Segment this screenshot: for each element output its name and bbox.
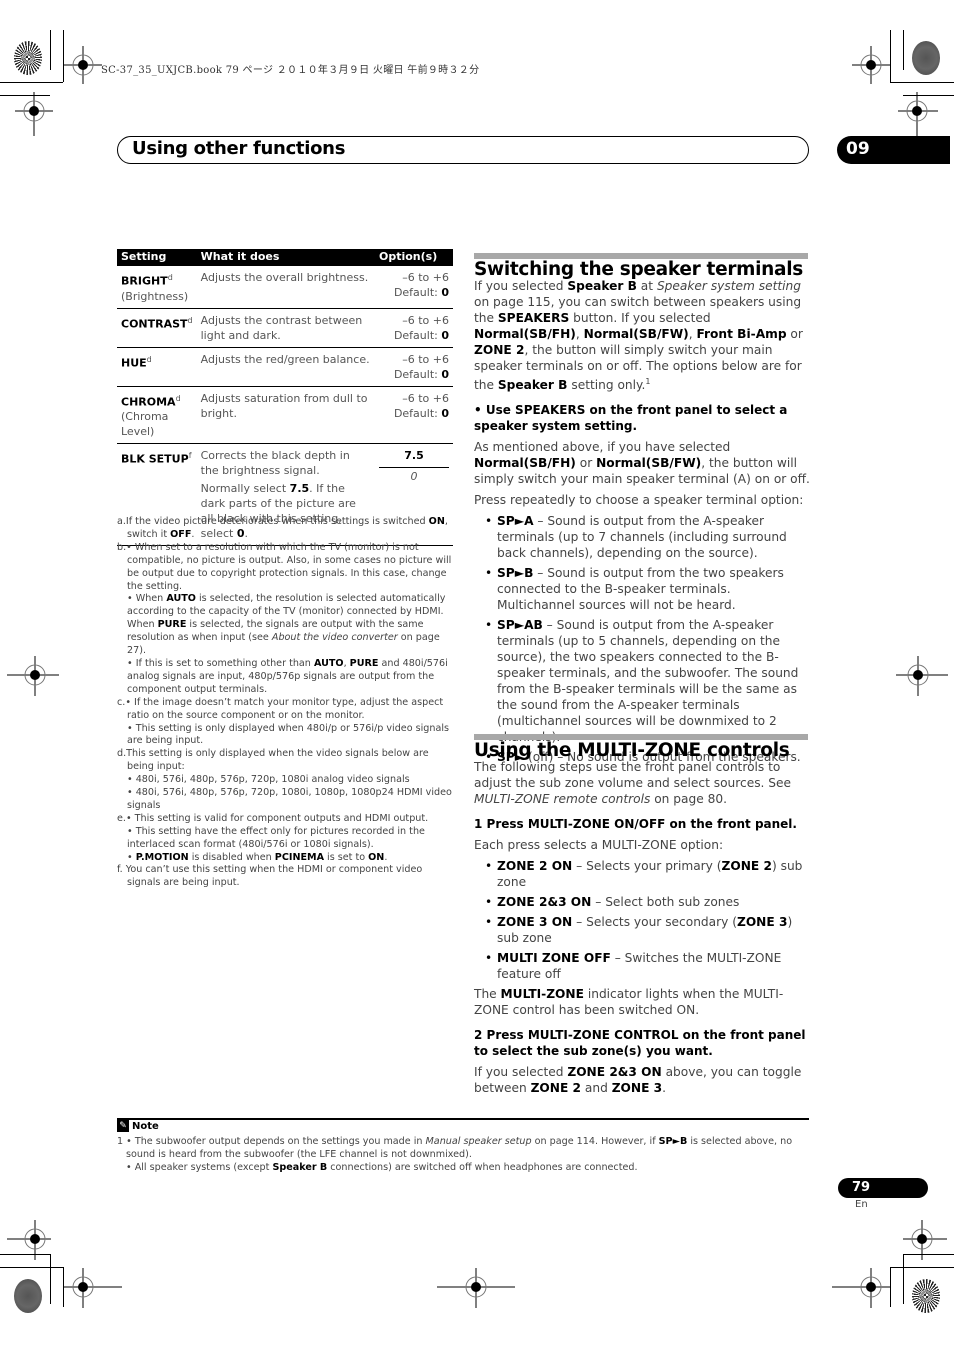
setting-name: CONTRASTd [117, 308, 197, 348]
section-title: Switching the speaker terminals [474, 259, 803, 280]
crosshair-icon [7, 1220, 51, 1260]
list-item: SP►B – Sound is output from the two spea… [485, 565, 810, 613]
note-body: 1 • The subwoofer output depends on the … [117, 1135, 812, 1174]
crosshair-icon [896, 656, 948, 696]
setting-options: –6 to +6 Default: 0 [375, 386, 453, 445]
footnote-b: b.• When set to a resolution with which … [117, 541, 452, 592]
list-item: MULTI ZONE OFF – Switches the MULTI-ZONE… [485, 950, 810, 982]
list-item: ZONE 3 ON – Selects your secondary (ZONE… [485, 914, 810, 946]
crosshair-icon [437, 1268, 515, 1308]
footnote-e-item: • P.MOTION is disabled when PCINEMA is s… [127, 851, 388, 863]
section-intro: If you selected Speaker B at Speaker sys… [474, 279, 803, 393]
crosshair-icon [64, 1268, 122, 1308]
note-divider [117, 1118, 809, 1120]
setting-name: CHROMAd (Chroma Level) [117, 386, 197, 445]
page-number-badge: 79 [838, 1178, 928, 1198]
footnote-c: c.• If the image doesn’t match your moni… [117, 696, 444, 721]
step-body: Each press selects a MULTI-ZONE option: [474, 838, 724, 852]
chapter-title: Using other functions [132, 138, 346, 159]
footnote-d-item: • 480i, 576i, 480p, 576p, 720p, 1080i an… [127, 774, 410, 786]
note-item: 1 • The subwoofer output depends on the … [117, 1136, 793, 1160]
list-item: ZONE 2 ON – Selects your primary (ZONE 2… [485, 858, 810, 890]
setting-description: Adjusts the overall brightness. [196, 266, 375, 309]
note-item: • All speaker systems (except Speaker B … [126, 1162, 638, 1173]
footnote-c-item: • This setting is only displayed when 48… [127, 722, 449, 747]
list-item: ZONE 2&3 ON – Select both sub zones [485, 894, 810, 910]
chapter-header: Using other functions [117, 136, 809, 164]
press-instruction: Press repeatedly to choose a speaker ter… [474, 493, 804, 508]
crosshair-icon [852, 46, 890, 84]
footnote-f: f. You can’t use this setting when the H… [117, 864, 423, 889]
pencil-note-icon: ✎ [117, 1120, 129, 1132]
instruction-step: 1 Press MULTI-ZONE ON/OFF on the front p… [474, 817, 797, 831]
footnote-d-item: • 480i, 576i, 480p, 576p, 720p, 1080i, 1… [127, 787, 452, 811]
registration-disc-icon [14, 41, 42, 75]
footnote-e-item: • This setting have the effect only for … [127, 825, 425, 850]
footnote-b-item: • If this is set to something other than… [127, 657, 448, 695]
registration-disc-icon [912, 1279, 940, 1313]
print-header: SC-37_35_UXJCB.book 79 ページ ２０１０年３月９日 火曜日… [101, 65, 480, 76]
crosshair-icon [15, 92, 53, 136]
setting-description: Adjusts the red/green balance. [196, 347, 375, 387]
footnote-d: d.This setting is only displayed when th… [117, 748, 429, 773]
setting-options: –6 to +6 Default: 0 [375, 308, 453, 348]
section-title: Using the MULTI-ZONE controls [474, 740, 790, 761]
setting-options: –6 to +6 Default: 0 [375, 266, 453, 309]
section-intro: The following steps use the front panel … [474, 760, 792, 806]
step-body: As mentioned above, if you have selected… [474, 440, 810, 487]
setting-description: Adjusts the contrast between light and d… [196, 308, 375, 348]
column-header: Option(s) [375, 249, 453, 266]
table-header-row: Setting What it does Option(s) [117, 249, 453, 266]
setting-description: Adjusts saturation from dull to bright. [196, 386, 375, 445]
column-header: What it does [196, 249, 375, 266]
instruction-step: • Use SPEAKERS on the front panel to sel… [474, 403, 788, 434]
crosshair-icon [64, 46, 102, 84]
table-footnotes: a.If the video picture deteriorates when… [117, 516, 455, 890]
table-row: HUEd Adjusts the red/green balance. –6 to … [117, 347, 453, 387]
footnote-b-item: • When AUTO is selected, the resolution … [127, 593, 446, 657]
indicator-note: The MULTI-ZONE indicator lights when the… [474, 987, 784, 1017]
crosshair-icon [898, 92, 938, 136]
zone-option-list: ZONE 2 ON – Selects your primary (ZONE 2… [474, 858, 810, 982]
footnote-e: e.• This setting is valid for component … [117, 812, 429, 824]
crosshair-icon [7, 656, 59, 696]
speaker-terminals-section: Switching the speaker terminals If you s… [474, 259, 810, 769]
setting-name: BRIGHTd (Brightness) [117, 266, 197, 309]
chapter-number-badge: 09 [837, 136, 950, 164]
instruction-step: 2 Press MULTI-ZONE CONTROL on the front … [474, 1028, 806, 1058]
crosshair-icon [903, 1220, 947, 1260]
column-header: Setting [117, 249, 197, 266]
setting-name: HUEd [117, 347, 197, 387]
note-heading: ✎ Note [117, 1120, 159, 1132]
crosshair-icon [832, 1268, 890, 1308]
step-body: If you selected ZONE 2&3 ON above, you c… [474, 1065, 802, 1095]
multizone-section: Using the MULTI-ZONE controls The follow… [474, 740, 810, 1101]
list-item: SP►AB – Sound is output from the A-speak… [485, 617, 810, 745]
footnote-a: a.If the video picture deteriorates when… [117, 516, 448, 540]
registration-disc-icon [912, 41, 940, 75]
registration-disc-icon [14, 1279, 42, 1313]
video-settings-table: Setting What it does Option(s) BRIGHTd (B… [117, 249, 453, 547]
table-row: CONTRASTd Adjusts the contrast between li… [117, 308, 453, 348]
table-row: CHROMAd (Chroma Level) Adjusts saturation … [117, 386, 453, 445]
speaker-option-list: SP►A – Sound is output from the A-speake… [474, 513, 810, 765]
setting-options: –6 to +6 Default: 0 [375, 347, 453, 387]
list-item: SP►A – Sound is output from the A-speake… [485, 513, 810, 561]
page-language: En [855, 1199, 868, 1210]
table-row: BRIGHTd (Brightness) Adjusts the overall b… [117, 266, 453, 309]
